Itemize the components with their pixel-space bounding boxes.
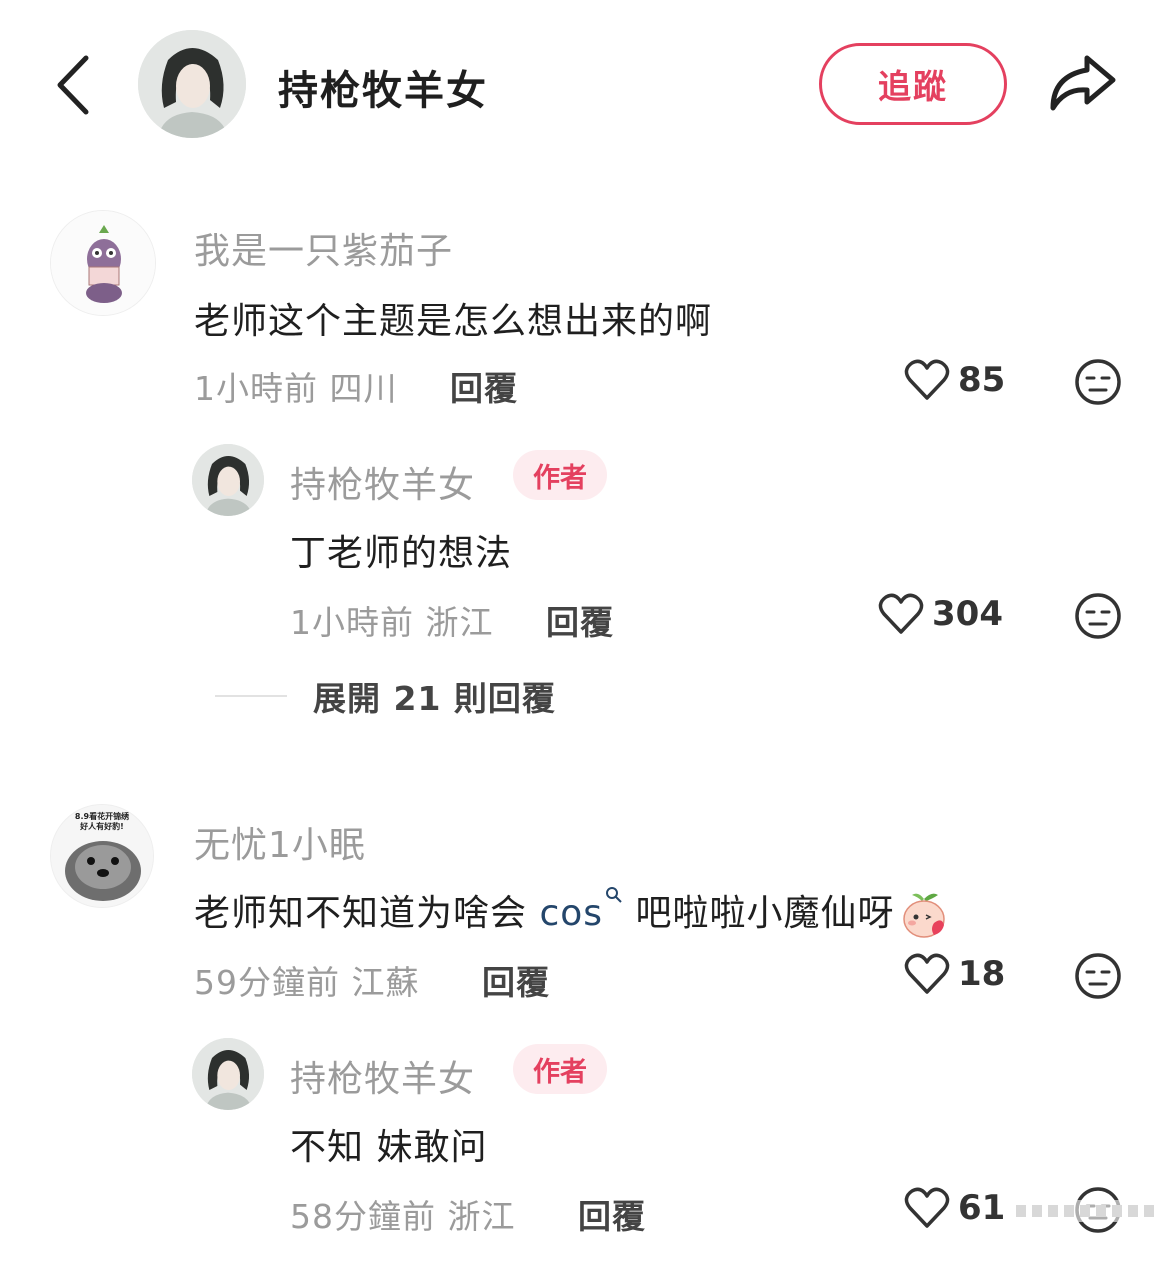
reply-author-name[interactable]: 持枪牧羊女	[290, 1050, 475, 1102]
like-count: 304	[932, 594, 1003, 634]
divider	[215, 695, 287, 697]
like-button[interactable]: 61	[904, 1186, 1005, 1230]
avatar-caption: 8.9看花开锦绣 好人有好豹!	[74, 812, 130, 831]
reply-meta: 58分鐘前 浙江	[290, 1190, 516, 1238]
comment-meta: 59分鐘前 江蘇	[194, 956, 420, 1004]
like-button[interactable]: 304	[878, 592, 1003, 636]
share-button[interactable]	[1045, 50, 1119, 116]
comment-time: 59分鐘前	[194, 963, 340, 1002]
expand-replies-label: 展開 21 則回覆	[313, 679, 556, 718]
reply-time: 1小時前	[290, 603, 414, 642]
reply-author-name[interactable]: 持枪牧羊女	[290, 456, 475, 508]
comment-text: 老师这个主题是怎么想出来的啊	[194, 301, 713, 342]
dislike-button[interactable]	[1074, 592, 1122, 640]
reply-button[interactable]: 回覆	[450, 362, 518, 410]
reply-author-avatar[interactable]	[192, 1038, 264, 1110]
reply-button[interactable]: 回覆	[578, 1190, 646, 1238]
peach-emoji-icon	[903, 893, 946, 938]
author-badge: 作者	[513, 1044, 607, 1094]
reply-time: 58分鐘前	[290, 1197, 436, 1236]
reply-button[interactable]: 回覆	[546, 596, 614, 644]
search-link[interactable]: cos	[539, 893, 603, 934]
like-count: 18	[958, 954, 1006, 994]
dislike-button[interactable]	[1074, 358, 1122, 406]
heart-icon	[878, 593, 924, 634]
comment-time: 1小時前	[194, 369, 318, 408]
page-title: 持枪牧羊女	[278, 68, 488, 114]
heart-icon	[904, 953, 950, 994]
meh-face-icon	[1075, 359, 1121, 405]
commenter-name[interactable]: 无忧1小眠	[194, 816, 366, 868]
like-count: 61	[958, 1188, 1006, 1228]
comment-location: 江蘇	[351, 963, 420, 1002]
like-button[interactable]: 85	[904, 358, 1005, 402]
comment-location: 四川	[329, 369, 398, 408]
author-avatar[interactable]	[138, 30, 246, 138]
commenter-name[interactable]: 我是一只紫茄子	[194, 222, 453, 274]
comment-text: 老师知不知道为啥会 cos 吧啦啦小魔仙呀	[194, 884, 950, 941]
comment-meta: 1小時前 四川	[194, 362, 398, 410]
top-bar: 持枪牧羊女 追蹤	[0, 0, 1170, 170]
reply-button[interactable]: 回覆	[482, 956, 550, 1004]
reply-meta: 1小時前 浙江	[290, 596, 494, 644]
heart-icon	[904, 1187, 950, 1228]
watermark-overlay	[1010, 1196, 1160, 1226]
meh-face-icon	[1075, 953, 1121, 999]
author-badge: 作者	[513, 450, 607, 500]
meh-face-icon	[1075, 593, 1121, 639]
reply-location: 浙江	[447, 1197, 516, 1236]
chevron-left-icon	[57, 55, 89, 115]
expand-replies-button[interactable]: 展開 21 則回覆	[215, 672, 556, 720]
search-icon	[606, 887, 622, 903]
reply-author-avatar[interactable]	[192, 444, 264, 516]
reply-text: 丁老师的想法	[290, 533, 513, 574]
like-count: 85	[958, 360, 1006, 400]
dislike-button[interactable]	[1074, 952, 1122, 1000]
reply-text: 不知 妹敢问	[290, 1127, 488, 1168]
follow-button[interactable]: 追蹤	[819, 43, 1007, 125]
like-button[interactable]: 18	[904, 952, 1005, 996]
heart-icon	[904, 359, 950, 400]
share-arrow-icon	[1050, 55, 1116, 111]
reply-location: 浙江	[425, 603, 494, 642]
commenter-avatar[interactable]	[50, 210, 156, 316]
back-button[interactable]	[50, 50, 100, 120]
